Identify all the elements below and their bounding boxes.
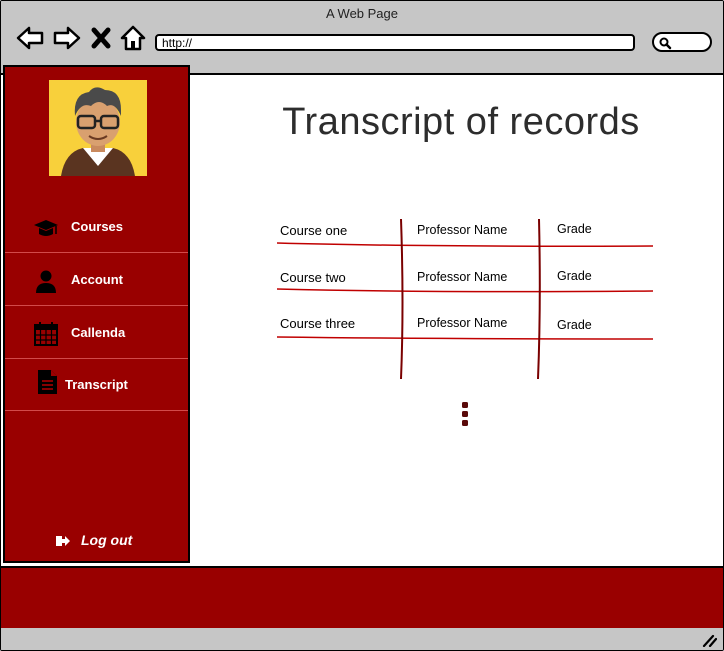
- back-arrow-icon[interactable]: [15, 23, 45, 53]
- sidebar: Courses Account Callenda Transcript Log …: [3, 65, 190, 563]
- table-cell-grade: Grade: [557, 222, 592, 236]
- user-icon: [36, 270, 56, 293]
- divider: [5, 358, 188, 359]
- sidebar-item-courses[interactable]: Courses: [5, 203, 188, 253]
- sidebar-item-label: Callenda: [71, 325, 126, 340]
- table-grid: [277, 218, 654, 380]
- table-cell-grade: Grade: [557, 318, 592, 332]
- divider: [5, 305, 188, 306]
- table-cell-course: Course one: [280, 223, 348, 238]
- table-cell-professor: Professor Name: [417, 316, 508, 330]
- divider: [5, 252, 188, 253]
- sidebar-item-calendar[interactable]: Callenda: [5, 309, 188, 359]
- avatar: [49, 80, 147, 176]
- sidebar-item-label: Transcript: [65, 377, 128, 392]
- more-vertical-icon[interactable]: [459, 402, 471, 428]
- logout-icon: [56, 536, 70, 546]
- table-cell-course: Course two: [280, 270, 346, 285]
- browser-toolbar: A Web Page http://: [1, 1, 723, 75]
- url-input[interactable]: http://: [155, 34, 635, 51]
- transcript-table: Course one Professor Name Grade Course t…: [277, 215, 655, 385]
- logout-label: Log out: [81, 532, 133, 548]
- table-cell-professor: Professor Name: [417, 270, 508, 284]
- document-icon: [38, 370, 57, 394]
- home-icon[interactable]: [118, 23, 148, 53]
- calendar-icon: [34, 322, 58, 346]
- sidebar-item-transcript[interactable]: Transcript: [5, 361, 188, 411]
- divider: [5, 410, 188, 411]
- browser-window: A Web Page http:// Courses Account Calle…: [0, 0, 724, 651]
- table-cell-grade: Grade: [557, 269, 592, 283]
- sidebar-item-label: Account: [71, 272, 123, 287]
- resize-grip-icon[interactable]: [701, 633, 717, 647]
- window-title: A Web Page: [325, 6, 399, 21]
- table-cell-course: Course three: [280, 316, 356, 331]
- table-cell-professor: Professor Name: [417, 223, 508, 237]
- status-bar: [1, 628, 723, 650]
- search-icon: [659, 37, 672, 50]
- forward-arrow-icon[interactable]: [52, 23, 82, 53]
- graduation-cap-icon: [34, 220, 58, 236]
- page-title: Transcript of records: [282, 101, 640, 143]
- sidebar-item-account[interactable]: Account: [5, 256, 188, 306]
- search-input[interactable]: [652, 32, 712, 52]
- close-icon[interactable]: [89, 23, 113, 53]
- sidebar-item-label: Courses: [71, 219, 124, 234]
- footer: [1, 566, 723, 630]
